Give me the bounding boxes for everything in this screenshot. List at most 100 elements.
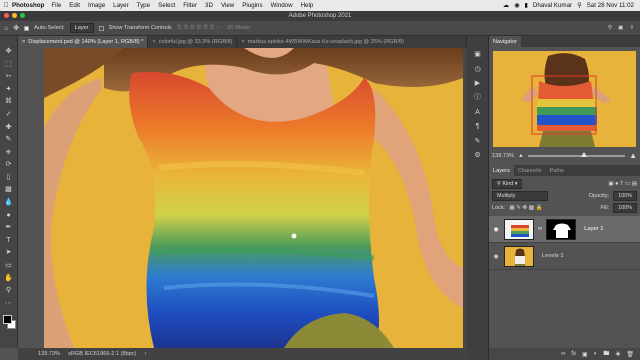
adjustment-icon[interactable]: ◐ (594, 351, 598, 357)
status-arrow-icon[interactable]: › (145, 351, 147, 357)
chain-link-icon[interactable]: ∞ (538, 226, 542, 232)
link-layers-icon[interactable]: ∞ (561, 351, 565, 357)
tab-layers[interactable]: Layers (489, 165, 514, 176)
close-tab-icon[interactable]: × (22, 39, 25, 45)
filter-icons[interactable]: ▣ ● T ▭ ▤ (608, 181, 637, 187)
zoom-icon[interactable]: ⚲ (3, 285, 15, 294)
history-brush-icon[interactable]: ⟳ (3, 159, 15, 168)
layer-thumbnail[interactable] (504, 218, 534, 240)
home-icon[interactable]: ⌂ (4, 25, 8, 32)
slider-knob[interactable] (581, 151, 588, 157)
marquee-icon[interactable]: ⬚ (3, 59, 15, 68)
layer-name[interactable]: Layer 1 (584, 226, 603, 232)
foreground-color[interactable] (2, 315, 12, 325)
blur-icon[interactable]: 💧 (3, 197, 15, 206)
pen-icon[interactable]: ✒ (3, 222, 15, 231)
align-icons[interactable]: ☰ ☰ ☰ ☰ ☰ ☰ ⋯ (177, 25, 222, 31)
menu-layer[interactable]: Layer (113, 2, 128, 9)
menu-edit[interactable]: Edit (69, 2, 80, 9)
minimize-window-button[interactable] (12, 13, 17, 18)
blend-mode-dropdown[interactable]: Multiply (492, 191, 548, 201)
close-tab-icon[interactable]: × (152, 39, 155, 45)
layer-filter-dropdown[interactable]: ⚲ Kind ▾ (492, 179, 523, 189)
fx-icon[interactable]: fx (571, 351, 576, 357)
visibility-eye-icon[interactable]: ◉ (492, 226, 500, 233)
layer-row-levels-1[interactable]: ◉ Levels 1 (489, 243, 640, 270)
menu-select[interactable]: Select (158, 2, 175, 9)
document-canvas[interactable] (44, 48, 463, 348)
dodge-icon[interactable]: ● (3, 210, 15, 219)
cloud-icon[interactable]: ☁ (503, 2, 509, 9)
hand-icon[interactable]: ✋ (3, 272, 15, 281)
gradient-icon[interactable]: ▩ (3, 184, 15, 193)
auto-select-checkbox[interactable] (24, 25, 30, 31)
search-tool-icon[interactable]: ⚲ (608, 25, 612, 31)
zoom-out-icon[interactable]: ▲ (518, 153, 524, 159)
clock[interactable]: Sat 28 Nov 11:02 (587, 2, 634, 9)
zoom-window-button[interactable] (20, 13, 25, 18)
type-icon[interactable]: T (3, 235, 15, 244)
tab-displacement[interactable]: × Displacement.psd @ 140% (Layer 1, RGB/… (18, 36, 149, 48)
menu-3d[interactable]: 3D (205, 2, 213, 9)
battery-icon[interactable]: ▮ (524, 2, 527, 9)
menu-type[interactable]: Type (137, 2, 150, 9)
navigator-icon[interactable]: ▣ (472, 50, 484, 59)
layer-name[interactable]: Levels 1 (542, 253, 564, 259)
status-zoom[interactable]: 139.73% (38, 351, 60, 357)
menu-view[interactable]: View (221, 2, 234, 9)
opacity-field[interactable]: 100% (613, 191, 637, 201)
stamp-icon[interactable]: ⎈ (3, 147, 15, 156)
brushes-icon[interactable]: ✎ (472, 136, 484, 145)
close-window-button[interactable] (4, 13, 9, 18)
eraser-icon[interactable]: ▯ (3, 172, 15, 181)
user-name[interactable]: Dhaval Kumar (533, 2, 572, 9)
brush-icon[interactable]: ✎ (3, 134, 15, 143)
info-icon[interactable]: ⓘ (472, 93, 484, 102)
search-icon[interactable]: ⚲ (577, 2, 582, 9)
trash-icon[interactable]: 🗑 (626, 351, 634, 358)
zoom-in-icon[interactable]: ▲ (629, 151, 637, 160)
layer-row-layer-1[interactable]: ◉ ∞ Layer 1 (489, 216, 640, 243)
menu-filter[interactable]: Filter (183, 2, 197, 9)
navigator-zoom-value[interactable]: 139.73% (492, 153, 514, 159)
tab-channels[interactable]: Channels (514, 165, 546, 176)
character-icon[interactable]: A (472, 108, 484, 117)
color-swatches[interactable] (2, 314, 16, 330)
app-menu[interactable]: Photoshop (12, 2, 44, 9)
auto-select-dropdown[interactable]: Layer (69, 23, 94, 33)
tab-colorful[interactable]: × colorful.jpg @ 33.3% (RGB/8) (148, 36, 238, 48)
healing-icon[interactable]: ✚ (3, 121, 15, 130)
menu-image[interactable]: Image (88, 2, 105, 9)
crop-icon[interactable]: ⌘ (3, 96, 15, 105)
move-icon[interactable]: ✥ (3, 46, 15, 55)
apple-icon[interactable]:  (0, 2, 12, 9)
add-mask-icon[interactable]: ▣ (582, 351, 588, 358)
group-icon[interactable]: 🖿 (603, 349, 609, 359)
quick-select-icon[interactable]: ✦ (3, 84, 15, 93)
share-icon[interactable]: ⇧ (629, 25, 634, 31)
navigator-thumbnail[interactable] (493, 51, 636, 147)
close-tab-icon[interactable]: × (241, 39, 244, 45)
fill-field[interactable]: 100% (613, 203, 637, 213)
properties-icon[interactable]: ⚙ (472, 151, 484, 160)
lasso-icon[interactable]: ➳ (3, 71, 15, 80)
transform-controls-checkbox[interactable] (98, 25, 104, 31)
layer-thumbnail[interactable] (504, 245, 534, 267)
new-layer-icon[interactable]: ✚ (615, 351, 620, 358)
layer-mask-thumbnail[interactable] (546, 218, 577, 240)
visibility-eye-icon[interactable]: ◉ (492, 253, 500, 260)
wifi-icon[interactable]: ◉ (514, 2, 519, 9)
menu-help[interactable]: Help (301, 2, 314, 9)
tab-navigator[interactable]: Navigator (489, 36, 521, 47)
eyedropper-icon[interactable]: ✓ (3, 109, 15, 118)
tab-markus[interactable]: × markus-spiske-4W5WWKaus Ks-unsplash.jp… (237, 36, 467, 48)
workspace-icon[interactable]: ▣ (618, 25, 623, 31)
history-icon[interactable]: ◷ (472, 64, 484, 73)
path-select-icon[interactable]: ➤ (3, 247, 15, 256)
shape-icon[interactable]: ▭ (3, 260, 15, 269)
lock-icons[interactable]: ▦ ✎ ✥ ▩ 🔒 (509, 205, 542, 211)
menu-window[interactable]: Window (271, 2, 293, 9)
actions-icon[interactable]: ▶ (472, 79, 484, 88)
navigator-zoom-slider[interactable] (527, 151, 626, 157)
more-icon[interactable]: ⋯ (3, 298, 15, 307)
